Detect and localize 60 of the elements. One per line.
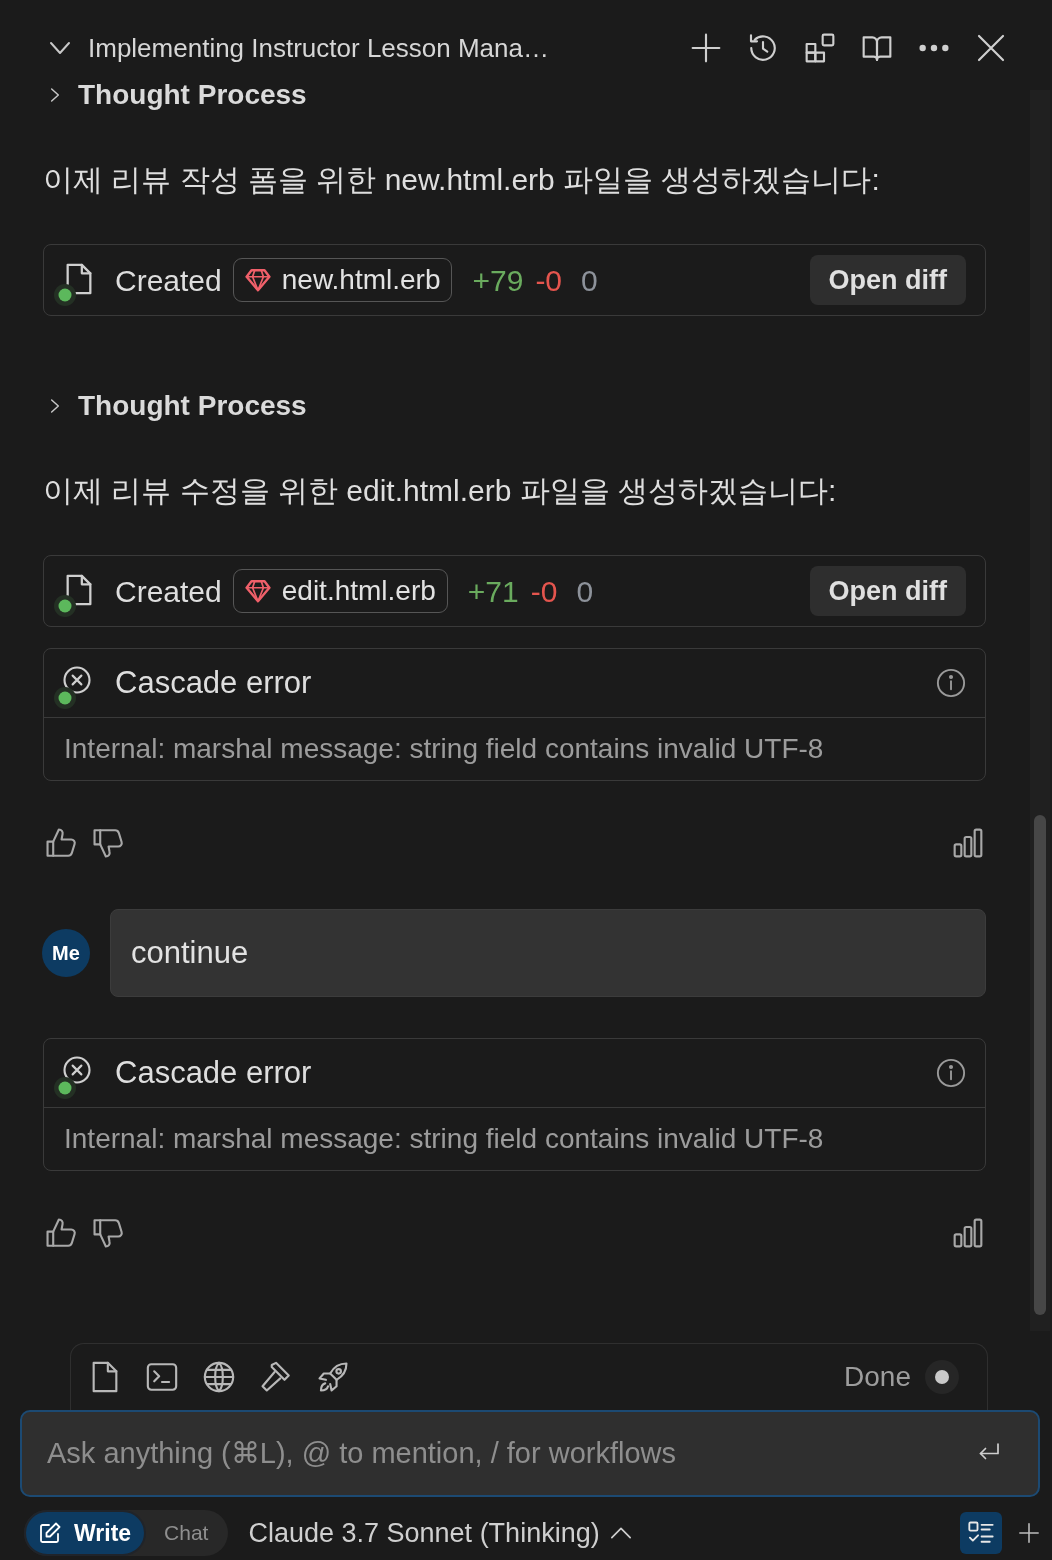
- status-dot-icon: [54, 1077, 76, 1099]
- error-title: Cascade error: [115, 1053, 312, 1092]
- action-label: Created: [115, 262, 222, 299]
- count-text: 0: [581, 262, 598, 299]
- message-text: 이제 리뷰 수정을 위한 edit.html.erb 파일을 생성하겠습니다:: [43, 473, 838, 509]
- gem-icon: [244, 267, 271, 293]
- message-text: 이제 리뷰 작성 폼을 위한 new.html.erb 파일을 생성하겠습니다:: [43, 162, 881, 198]
- user-message: continue: [110, 909, 986, 997]
- status-dot-icon: [54, 284, 76, 306]
- checklist-button[interactable]: [960, 1512, 1002, 1554]
- terminal-icon[interactable]: [145, 1360, 179, 1394]
- error-icon: [62, 665, 92, 695]
- blocks-icon[interactable]: [804, 32, 836, 64]
- conversation-title: Implementing Instructor Lesson Mana…: [88, 31, 549, 65]
- gem-icon: [244, 578, 271, 604]
- scrollbar-track[interactable]: [1030, 90, 1050, 1331]
- message-input[interactable]: Ask anything (⌘L), @ to mention, / for workflows: [20, 1410, 1040, 1497]
- thought-process-toggle[interactable]: Thought Process: [43, 388, 307, 424]
- plus-icon[interactable]: [1018, 1522, 1040, 1544]
- thumbs-down-icon[interactable]: [91, 826, 125, 860]
- bar-chart-icon[interactable]: [952, 827, 984, 859]
- rocket-icon[interactable]: [316, 1360, 350, 1394]
- thought-process-toggle[interactable]: Thought Process: [43, 77, 307, 113]
- pencil-icon: [38, 1521, 62, 1545]
- mode-tab[interactable]: Chat: [146, 1510, 229, 1556]
- close-icon[interactable]: [975, 32, 1007, 64]
- error-icon: [62, 1055, 92, 1085]
- removed-lines: -0: [530, 573, 558, 610]
- added-lines: +79: [472, 262, 524, 299]
- model-selector[interactable]: Claude 3.7 Sonnet (Thinking): [248, 1512, 632, 1554]
- error-message: Internal: marshal message: string field contains invalid UTF-8: [64, 732, 824, 766]
- file-chip[interactable]: new.html.erb: [232, 258, 453, 302]
- info-icon[interactable]: [936, 1058, 966, 1088]
- status-dot-icon: [925, 1360, 959, 1394]
- thumbs-up-icon[interactable]: [44, 1216, 78, 1250]
- history-icon[interactable]: [747, 32, 779, 64]
- action-label: Created: [115, 573, 222, 610]
- status-text: Done: [844, 1360, 911, 1394]
- status-dot-icon: [54, 595, 76, 617]
- error-message: Internal: marshal message: string field contains invalid UTF-8: [64, 1122, 824, 1156]
- hammer-icon[interactable]: [259, 1360, 293, 1394]
- file-name: new.html.erb: [281, 263, 441, 297]
- open-diff-button[interactable]: Open diff: [809, 566, 966, 616]
- file-name: edit.html.erb: [281, 574, 436, 608]
- thumbs-up-icon[interactable]: [44, 826, 78, 860]
- scrollbar-thumb[interactable]: [1034, 815, 1046, 1315]
- thumbs-down-icon[interactable]: [91, 1216, 125, 1250]
- added-lines: +71: [467, 573, 519, 610]
- open-diff-button[interactable]: Open diff: [809, 255, 966, 305]
- count-text: 0: [576, 573, 594, 610]
- status-dot-icon: [54, 687, 76, 709]
- mode-tab[interactable]: Write: [24, 1510, 147, 1556]
- error-title: Cascade error: [115, 663, 312, 702]
- globe-icon[interactable]: [202, 1360, 236, 1394]
- file-chip[interactable]: edit.html.erb: [232, 569, 448, 613]
- bar-chart-icon[interactable]: [952, 1217, 984, 1249]
- removed-lines: -0: [535, 262, 563, 299]
- info-icon[interactable]: [936, 668, 966, 698]
- plus-icon[interactable]: [690, 32, 722, 64]
- user-avatar: Me: [42, 929, 90, 977]
